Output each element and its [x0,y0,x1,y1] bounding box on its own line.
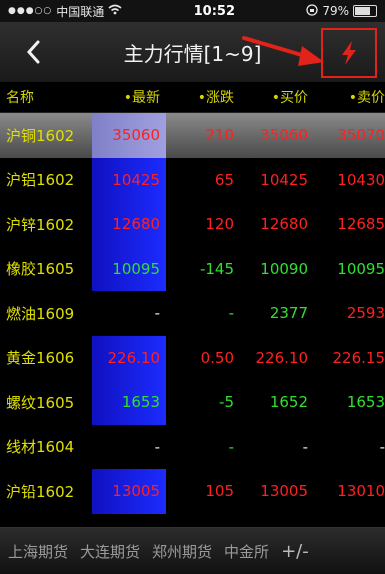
price-change: -5 [219,393,234,412]
nav-bar: 主力行情[1~9] [0,22,385,82]
exchange-tab-bar: 上海期货 大连期货 郑州期货 中金所 +/- [0,527,385,574]
column-header-name[interactable]: 名称 [0,87,92,107]
ask-price: 10095 [337,259,385,278]
bid-price: 226.10 [255,348,309,367]
bid-price: 2377 [269,304,308,323]
tab-shanghai-futures[interactable]: 上海期货 [0,541,74,562]
last-price: 1653 [92,380,166,425]
quote-list: 沪铜1602 35060 210 35060 35070 沪铝1602 1042… [0,113,385,514]
bid-price: 35060 [260,126,308,145]
price-change: 105 [205,482,234,501]
bid-price: 10090 [260,259,308,278]
last-price: 35060 [92,113,166,158]
table-row[interactable]: 螺纹1605 1653 -5 1652 1653 [0,380,385,425]
instrument-name: 沪铜1602 [6,126,75,145]
tab-cffex[interactable]: 中金所 [218,541,275,562]
lock-rotation-icon [306,3,318,19]
last-price: 10095 [92,246,166,291]
table-row[interactable]: 黄金1606 226.10 0.50 226.10 226.15 [0,335,385,380]
ask-price: 10430 [337,170,385,189]
ask-price: 13010 [337,482,385,501]
last-price: 10425 [92,157,166,202]
status-left: ●●●○○ 中国联通 [8,3,122,20]
instrument-name: 线材1604 [6,438,75,457]
table-row[interactable]: 燃油1609 - - 2377 2593 [0,291,385,336]
instrument-name: 螺纹1605 [6,393,75,412]
column-header-change[interactable]: •涨跌 [166,87,238,107]
column-header-ask[interactable]: •卖价 [312,87,385,107]
column-header-last[interactable]: •最新 [92,87,166,107]
last-price: - [154,437,160,456]
table-row[interactable]: 沪铜1602 35060 210 35060 35070 [0,113,385,158]
signal-icon: ●●●○○ [8,6,53,16]
instrument-name: 沪铅1602 [6,482,75,501]
instrument-name: 沪锌1602 [6,215,75,234]
last-price: 226.10 [92,335,166,380]
ask-price: 226.15 [332,348,385,367]
ask-price: 35070 [337,126,385,145]
ask-price: - [379,437,385,456]
chevron-left-icon [26,40,40,64]
lightning-icon [342,41,356,65]
battery-icon [353,5,377,17]
back-button[interactable] [18,34,48,70]
bid-price: 10425 [260,170,308,189]
last-price: 13005 [92,469,166,514]
tab-dalian-futures[interactable]: 大连期货 [74,541,146,562]
table-row[interactable]: 橡胶1605 10095 -145 10090 10095 [0,246,385,291]
bid-price: 13005 [260,482,308,501]
table-row[interactable]: 沪锌1602 12680 120 12680 12685 [0,202,385,247]
status-time: 10:52 [193,3,235,19]
column-header-bid[interactable]: •买价 [238,87,312,107]
bid-price: - [302,437,308,456]
price-change: 210 [205,126,234,145]
annotation-arrow [242,36,324,66]
instrument-name: 沪铝1602 [6,171,75,190]
price-change: 120 [205,215,234,234]
lightning-button[interactable] [321,28,377,78]
price-change: - [228,304,234,323]
bid-price: 1652 [269,393,308,412]
table-row[interactable]: 线材1604 - - - - [0,425,385,470]
carrier-label: 中国联通 [56,4,105,19]
price-change: 0.50 [200,348,234,367]
price-change: 65 [214,170,234,189]
price-change: - [228,437,234,456]
battery-percent: 79% [322,4,349,18]
plus-minus-toggle[interactable]: +/- [281,541,309,562]
status-right: 79% [306,3,377,19]
last-price: - [154,304,160,323]
table-row[interactable]: 沪铅1602 13005 105 13005 13010 [0,469,385,514]
table-header: 名称 •最新 •涨跌 •买价 •卖价 [0,82,385,113]
bid-price: 12680 [260,215,308,234]
app-screen: ●●●○○ 中国联通 10:52 79% 主力行情[1~9] 名称 •最新 •涨… [0,0,385,574]
last-price: 12680 [92,202,166,247]
ask-price: 2593 [346,304,385,323]
status-bar: ●●●○○ 中国联通 10:52 79% [0,0,385,22]
instrument-name: 黄金1606 [6,349,75,368]
instrument-name: 橡胶1605 [6,260,75,279]
tab-zhengzhou-futures[interactable]: 郑州期货 [146,541,218,562]
wifi-icon [108,4,122,18]
ask-price: 1653 [346,393,385,412]
instrument-name: 燃油1609 [6,304,75,323]
price-change: -145 [199,259,234,278]
table-row[interactable]: 沪铝1602 10425 65 10425 10430 [0,157,385,202]
ask-price: 12685 [337,215,385,234]
